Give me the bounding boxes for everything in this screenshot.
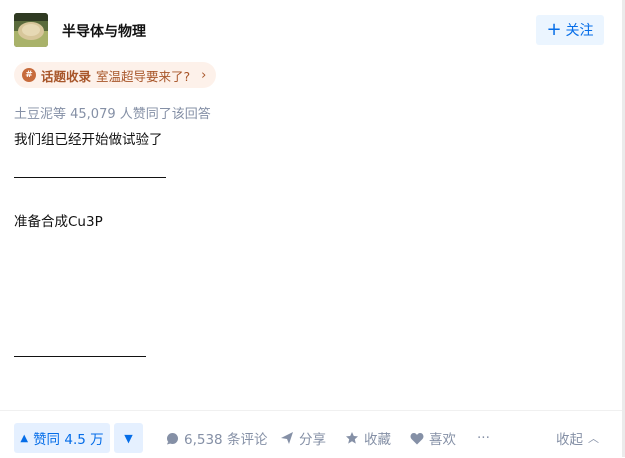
collapse-label: 收起 xyxy=(556,432,583,448)
answer-line: 准备合成Cu3P xyxy=(14,214,103,230)
hashtag-icon: # xyxy=(22,68,36,82)
triangle-up-icon: ▲ xyxy=(20,432,29,444)
avatar[interactable] xyxy=(14,13,48,47)
star-icon xyxy=(346,432,358,444)
vote-down-button[interactable]: ▼ xyxy=(114,423,143,453)
answer-line: 我们组已经开始做试验了 xyxy=(14,132,163,148)
plus-icon: + xyxy=(546,19,562,40)
follow-button[interactable]: + 关注 xyxy=(536,15,604,45)
action-bar: ▲ 赞同 4.5 万 ▼ 6,538 条评论 分享 收藏 喜欢 ··· 收起 ︿ xyxy=(0,410,622,458)
comment-icon xyxy=(167,432,178,444)
like-label: 喜欢 xyxy=(429,432,456,448)
share-label: 分享 xyxy=(299,432,326,448)
share-icon xyxy=(281,432,293,444)
comments-label: 6,538 条评论 xyxy=(184,432,268,448)
heart-icon xyxy=(410,432,424,444)
topic-tag: 话题收录 xyxy=(41,68,92,84)
voters-summary[interactable]: 土豆泥等 45,079 人赞同了该回答 xyxy=(14,103,211,122)
author-name[interactable]: 半导体与物理 xyxy=(62,21,146,41)
follow-button-label: 关注 xyxy=(565,23,594,39)
like-button[interactable]: 喜欢 xyxy=(410,423,456,453)
comments-button[interactable]: 6,538 条评论 xyxy=(166,423,267,453)
vote-up-button[interactable]: ▲ 赞同 4.5 万 xyxy=(14,423,110,453)
more-button[interactable]: ··· xyxy=(477,423,490,453)
share-button[interactable]: 分享 xyxy=(280,423,326,453)
collapse-button[interactable]: 收起 ︿ xyxy=(556,423,599,453)
topic-title: 室温超导要来了? xyxy=(96,68,191,84)
triangle-down-icon: ▼ xyxy=(124,431,133,445)
divider-line xyxy=(14,356,146,357)
answer-header: 半导体与物理 + 关注 xyxy=(14,13,604,47)
collect-button[interactable]: 收藏 xyxy=(345,423,391,453)
collect-label: 收藏 xyxy=(364,432,391,448)
vote-up-label: 赞同 4.5 万 xyxy=(33,432,104,448)
divider-line xyxy=(14,177,166,178)
chevron-right-icon: › xyxy=(201,67,207,83)
chevron-up-icon: ︿ xyxy=(588,432,599,445)
more-icon: ··· xyxy=(477,430,490,446)
topic-badge[interactable]: # 话题收录 室温超导要来了? › xyxy=(14,62,217,88)
